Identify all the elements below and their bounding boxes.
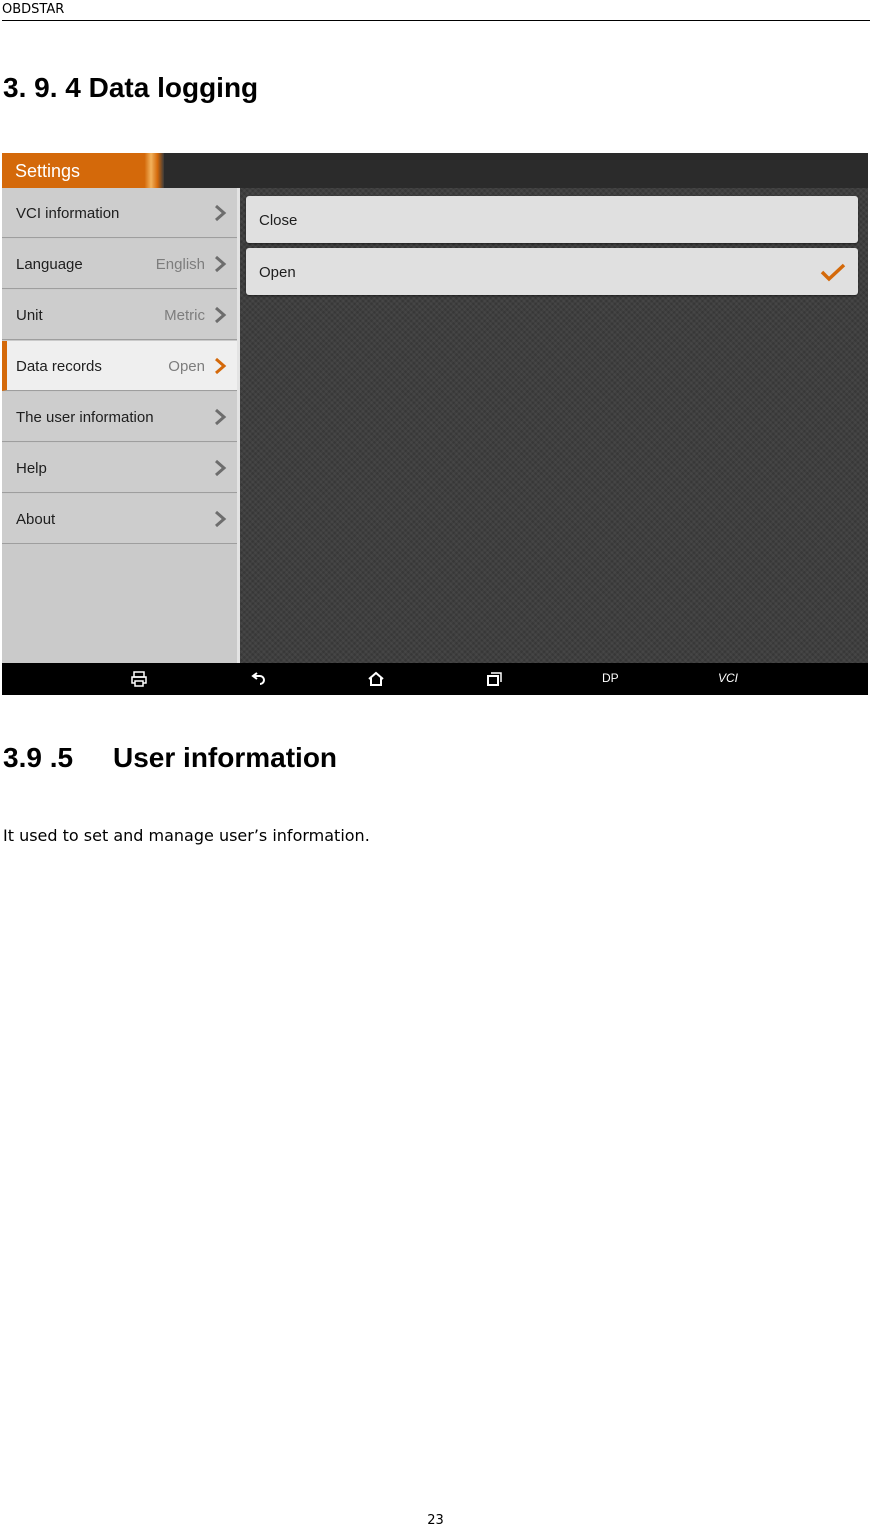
settings-title: Settings bbox=[15, 161, 81, 181]
option-open[interactable]: Open bbox=[246, 248, 858, 295]
chevron-right-icon bbox=[215, 510, 227, 528]
settings-sidebar: VCI information Language English Unit Me… bbox=[2, 188, 237, 663]
sidebar-item-label: About bbox=[16, 511, 56, 528]
body-paragraph: It used to set and manage user’s informa… bbox=[3, 826, 370, 845]
dp-button[interactable]: DP bbox=[602, 671, 619, 685]
vci-button[interactable]: VCI bbox=[718, 671, 738, 685]
sidebar-item-user-information[interactable]: The user information bbox=[2, 392, 237, 442]
settings-title-tab: Settings bbox=[2, 153, 164, 188]
sidebar-item-value: Open bbox=[168, 358, 205, 375]
home-icon[interactable] bbox=[367, 670, 385, 688]
sidebar-item-label: Unit bbox=[16, 307, 43, 324]
sidebar-item-label: Data records bbox=[16, 358, 102, 375]
sidebar-item-label: The user information bbox=[16, 409, 154, 426]
back-icon[interactable] bbox=[249, 670, 267, 688]
subsection-heading: 3.9 .5 User information bbox=[3, 742, 337, 774]
option-close[interactable]: Close bbox=[246, 196, 858, 243]
chevron-right-icon bbox=[215, 255, 227, 273]
printer-icon[interactable] bbox=[130, 670, 148, 688]
sidebar-item-label: VCI information bbox=[16, 205, 120, 222]
checkmark-icon bbox=[820, 263, 846, 282]
header-brand: OBDSTAR bbox=[2, 2, 65, 17]
document-header: OBDSTAR bbox=[2, 0, 870, 21]
chevron-right-icon bbox=[215, 204, 227, 222]
page-number: 23 bbox=[427, 1513, 444, 1528]
option-label: Close bbox=[259, 212, 298, 229]
chevron-right-icon bbox=[215, 408, 227, 426]
sidebar-item-label: Language bbox=[16, 256, 83, 273]
option-label: Open bbox=[259, 264, 296, 281]
sidebar-item-vci-information[interactable]: VCI information bbox=[2, 188, 237, 238]
title-bar: Settings bbox=[2, 153, 868, 188]
sidebar-item-data-records[interactable]: Data records Open bbox=[2, 341, 237, 391]
subsection-title: User information bbox=[113, 742, 338, 773]
settings-screenshot: Settings VCI information Language Englis… bbox=[2, 153, 868, 695]
chevron-right-icon bbox=[215, 459, 227, 477]
sidebar-item-language[interactable]: Language English bbox=[2, 239, 237, 289]
sidebar-item-label: Help bbox=[16, 460, 47, 477]
options-panel: Close Open bbox=[240, 188, 868, 663]
chevron-right-icon bbox=[215, 357, 227, 375]
sidebar-item-help[interactable]: Help bbox=[2, 443, 237, 493]
sidebar-item-value: English bbox=[155, 256, 205, 273]
sidebar-item-about[interactable]: About bbox=[2, 494, 237, 544]
chevron-right-icon bbox=[215, 306, 227, 324]
sidebar-item-value: Metric bbox=[164, 307, 205, 324]
sidebar-item-unit[interactable]: Unit Metric bbox=[2, 290, 237, 340]
recent-apps-icon[interactable] bbox=[485, 670, 503, 688]
subsection-number: 3.9 .5 bbox=[3, 742, 74, 773]
system-navigation-bar: DP VCI bbox=[2, 663, 868, 695]
section-title: 3. 9. 4 Data logging bbox=[3, 72, 259, 103]
